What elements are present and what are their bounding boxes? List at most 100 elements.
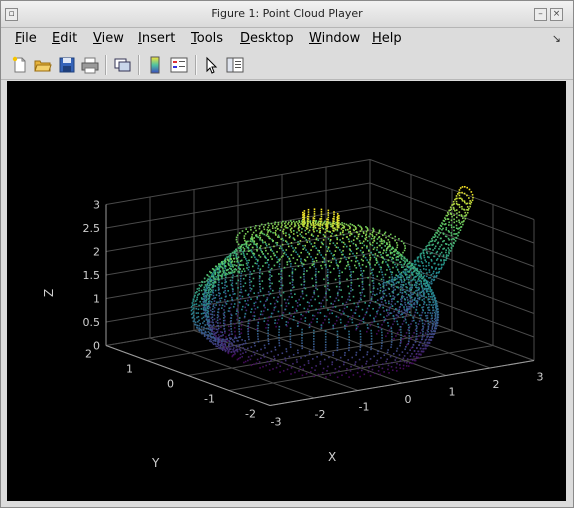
cloud-point	[342, 229, 344, 232]
cloud-point	[221, 342, 223, 345]
cloud-point	[403, 263, 406, 266]
cloud-point	[310, 256, 312, 258]
cloud-point	[376, 275, 379, 278]
cloud-point	[201, 317, 203, 320]
cloud-point	[203, 320, 205, 323]
menu-desktop[interactable]: Desktop	[240, 31, 294, 46]
cloud-point	[411, 352, 413, 355]
cloud-point	[376, 352, 379, 355]
cloud-point	[235, 248, 238, 251]
cloud-point	[305, 233, 307, 235]
cloud-point	[387, 245, 390, 248]
plot-area[interactable]: -3 -2 -1 0 1 2 3 -2 -1 0 1 2 0 0.5 1 1.5 2 2.5 3 X Y Z	[7, 81, 566, 501]
cloud-point	[404, 301, 406, 304]
cloud-point	[342, 249, 344, 252]
cloud-point	[402, 259, 405, 262]
cloud-point	[373, 237, 375, 240]
cloud-point	[257, 327, 259, 330]
title-bar[interactable]: Figure 1: Point Cloud Player ▫ – ×	[1, 1, 573, 28]
window-menu-button[interactable]: ▫	[5, 8, 18, 21]
cloud-point	[213, 300, 216, 302]
cloud-point	[420, 295, 423, 297]
cloud-point	[461, 191, 463, 194]
cloud-point	[448, 221, 450, 224]
cloud-point	[205, 327, 208, 330]
point-cloud-axes[interactable]: -3-2-10123-2-101200.511.522.53 X Y Z	[7, 81, 566, 501]
cloud-point	[239, 356, 241, 359]
cloud-point	[308, 323, 311, 326]
cloud-point	[285, 226, 287, 229]
link-plot-icon[interactable]	[114, 56, 132, 74]
cloud-point	[373, 239, 375, 242]
insert-legend-icon[interactable]	[170, 56, 188, 74]
cloud-point	[403, 257, 405, 259]
cloud-point	[420, 282, 423, 284]
cloud-point	[385, 284, 388, 286]
cloud-point	[425, 285, 427, 288]
cloud-point	[280, 273, 282, 276]
cloud-point	[303, 220, 305, 223]
cloud-point	[356, 237, 358, 240]
cloud-point	[368, 250, 370, 252]
menu-edit[interactable]: Edit	[52, 31, 77, 46]
cloud-point	[362, 251, 365, 254]
cloud-point	[438, 248, 440, 250]
cloud-point	[396, 286, 398, 288]
cloud-point	[372, 241, 374, 244]
cloud-point	[284, 308, 287, 311]
cloud-point	[405, 345, 407, 348]
insert-colorbar-icon[interactable]	[146, 56, 164, 74]
menu-insert[interactable]: Insert	[138, 31, 175, 46]
cloud-point	[232, 306, 235, 308]
cloud-point	[378, 230, 381, 233]
cloud-point	[404, 274, 407, 276]
minimize-button[interactable]: –	[534, 8, 547, 21]
z-tick-label: 0	[93, 340, 100, 353]
cloud-point	[436, 305, 439, 308]
menu-tools[interactable]: Tools	[191, 31, 223, 46]
cloud-point	[240, 288, 242, 291]
dock-arrow-icon[interactable]: ↘	[552, 32, 561, 45]
cloud-point	[282, 370, 285, 372]
cloud-point	[455, 216, 458, 219]
cloud-point	[422, 268, 425, 270]
cloud-point	[386, 281, 389, 283]
cloud-point	[362, 321, 365, 323]
cloud-point	[383, 292, 386, 295]
cloud-point	[208, 275, 210, 278]
menu-view[interactable]: View	[93, 31, 124, 46]
cloud-point	[330, 302, 333, 305]
cloud-point	[283, 298, 286, 301]
cloud-point	[238, 232, 241, 234]
cloud-point	[408, 326, 410, 329]
cloud-point	[259, 283, 261, 285]
cloud-point	[422, 347, 424, 350]
cloud-point	[289, 346, 292, 348]
cloud-point	[458, 197, 461, 200]
cloud-point	[206, 337, 208, 340]
cloud-point	[387, 313, 390, 316]
cloud-point	[240, 253, 243, 255]
cloud-point	[252, 315, 254, 317]
cloud-point	[237, 357, 240, 360]
new-figure-icon[interactable]	[11, 56, 29, 74]
z-tick-label: 2	[93, 246, 100, 259]
menu-help[interactable]: Help	[372, 31, 402, 46]
property-editor-icon[interactable]	[226, 56, 244, 74]
cloud-point	[195, 303, 198, 305]
open-file-icon[interactable]	[34, 56, 52, 74]
cloud-point	[355, 248, 358, 250]
cloud-point	[371, 364, 374, 367]
cloud-point	[194, 300, 197, 302]
cloud-point	[278, 336, 280, 339]
menu-file[interactable]: File	[15, 31, 37, 46]
cloud-point	[321, 224, 324, 227]
close-button[interactable]: ×	[550, 8, 563, 21]
save-icon[interactable]	[58, 56, 76, 74]
print-icon[interactable]	[81, 56, 99, 74]
cloud-point	[193, 318, 196, 320]
cloud-point	[385, 294, 388, 297]
select-arrow-icon[interactable]	[202, 56, 220, 74]
cloud-point	[428, 242, 430, 244]
menu-window[interactable]: Window	[309, 31, 360, 46]
